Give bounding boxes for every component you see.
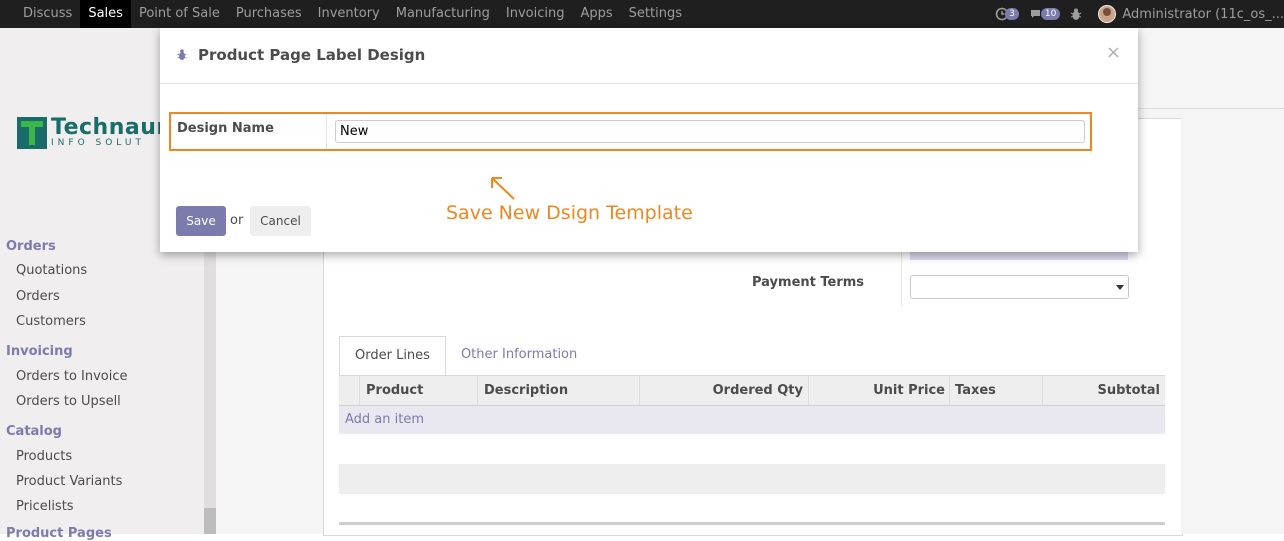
dialog: Product Page Label Design × Design Name …: [160, 28, 1138, 252]
menu-settings[interactable]: Settings: [621, 0, 690, 28]
field-divider: [326, 114, 327, 149]
menu-inventory[interactable]: Inventory: [310, 0, 388, 28]
menu-manufacturing[interactable]: Manufacturing: [388, 0, 498, 28]
menu-sales[interactable]: Sales: [80, 0, 131, 28]
design-name-input[interactable]: [335, 120, 1085, 143]
messaging-menu[interactable]: 10: [1029, 7, 1061, 21]
user-menu[interactable]: Administrator (11c_os_...: [1098, 5, 1284, 23]
cancel-button[interactable]: Cancel: [250, 206, 311, 236]
bug-icon: [1071, 8, 1082, 20]
close-icon[interactable]: ×: [1106, 43, 1121, 63]
menu-purchases[interactable]: Purchases: [228, 0, 310, 28]
menu-point-of-sale[interactable]: Point of Sale: [131, 0, 228, 28]
activity-menu[interactable]: 3: [995, 7, 1019, 21]
systray: 3 10 Administrator (11c_os_...: [995, 0, 1284, 28]
bug-icon: [177, 49, 187, 60]
dialog-title: Product Page Label Design: [198, 46, 426, 64]
design-name-label: Design Name: [177, 121, 274, 136]
activity-count-badge: 3: [1005, 8, 1019, 20]
avatar: [1098, 5, 1117, 23]
annotation-label: Save New Dsign Template: [446, 202, 693, 224]
user-name: Administrator (11c_os_...: [1122, 6, 1284, 22]
save-button[interactable]: Save: [176, 206, 226, 236]
menu-invoicing[interactable]: Invoicing: [498, 0, 573, 28]
menu-apps[interactable]: Apps: [572, 0, 620, 28]
main-menu: Discuss Sales Point of Sale Purchases In…: [0, 0, 690, 28]
design-name-field-row: Design Name: [169, 112, 1092, 151]
or-text: or: [230, 213, 244, 228]
dialog-header: Product Page Label Design ×: [160, 28, 1138, 84]
menu-discuss[interactable]: Discuss: [0, 0, 80, 28]
debug-menu[interactable]: [1070, 8, 1082, 21]
message-count-badge: 10: [1040, 8, 1061, 20]
arrow-up-left-icon: [491, 177, 515, 200]
top-navbar: Discuss Sales Point of Sale Purchases In…: [0, 0, 1284, 28]
